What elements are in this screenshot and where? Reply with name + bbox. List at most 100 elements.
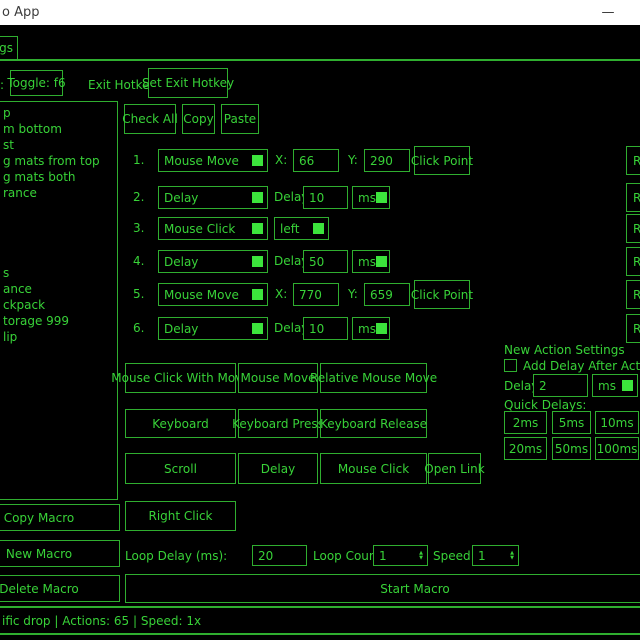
quick-delay-2ms-button[interactable]: 2ms xyxy=(504,411,547,434)
stepper-arrows-icon[interactable]: ▲▼ xyxy=(419,551,424,561)
macro-list-item[interactable]: ckpack xyxy=(3,297,45,313)
dropdown-indicator-icon xyxy=(376,192,387,203)
mouse-button-dropdown-value: left xyxy=(280,222,299,236)
macro-list-item[interactable]: g mats from top xyxy=(3,153,100,169)
add-mouse-click-with-move-button[interactable]: Mouse Click With Move xyxy=(125,363,236,393)
status-text: ific drop | Actions: 65 | Speed: 1x xyxy=(2,614,201,628)
loop-delay-label: Loop Delay (ms): xyxy=(125,549,227,563)
quick-delay-20ms-button[interactable]: 20ms xyxy=(504,437,547,460)
speed-stepper[interactable]: 1 ▲▼ xyxy=(472,545,519,566)
macro-list-item[interactable]: s xyxy=(3,265,9,281)
quick-delay-100ms-button[interactable]: 100ms xyxy=(595,437,639,460)
x-coordinate-input[interactable]: 770 xyxy=(293,283,339,306)
y-label: Y: xyxy=(348,153,358,167)
action-type-dropdown[interactable]: Mouse Move xyxy=(158,283,268,306)
action-row-number: 3. xyxy=(133,221,144,235)
macro-list-item[interactable]: torage 999 xyxy=(3,313,69,329)
action-type-dropdown-value: Mouse Move xyxy=(164,288,239,302)
y-coordinate-input[interactable]: 659 xyxy=(364,283,410,306)
new-action-settings-title: New Action Settings xyxy=(504,343,625,357)
delay-unit-dropdown[interactable]: ms xyxy=(352,317,390,340)
add-mouse-click-button[interactable]: Mouse Click xyxy=(320,453,427,484)
new-macro-button[interactable]: New Macro xyxy=(0,540,120,567)
loop-delay-input[interactable]: 20 xyxy=(252,545,307,566)
delay-unit-dropdown[interactable]: ms xyxy=(352,250,390,273)
add-scroll-button[interactable]: Scroll xyxy=(125,453,236,484)
x-coordinate-input[interactable]: 66 xyxy=(293,149,339,172)
dropdown-indicator-icon xyxy=(252,155,263,166)
delay-unit-dropdown-value: ms xyxy=(358,255,376,269)
action-row-number: 4. xyxy=(133,254,144,268)
dropdown-indicator-icon xyxy=(252,323,263,334)
action-row-number: 1. xyxy=(133,153,144,167)
remove-action-button[interactable]: R xyxy=(626,280,640,309)
delay-input[interactable]: 10 xyxy=(303,186,348,209)
macro-list-item[interactable]: m bottom xyxy=(3,121,62,137)
quick-delay-5ms-button[interactable]: 5ms xyxy=(552,411,591,434)
settings-menu-button[interactable]: gs xyxy=(0,36,18,60)
titlebar: o App xyxy=(0,0,640,25)
delay-unit-dropdown-value: ms xyxy=(358,322,376,336)
remove-action-button[interactable]: R xyxy=(626,314,640,343)
x-label: X: xyxy=(275,287,287,301)
macro-list-item[interactable]: ance xyxy=(3,281,32,297)
x-label: X: xyxy=(275,153,287,167)
paste-actions-button[interactable]: Paste xyxy=(221,104,259,134)
start-macro-button[interactable]: Start Macro xyxy=(125,574,640,603)
quick-delay-50ms-button[interactable]: 50ms xyxy=(552,437,591,460)
click-point-button[interactable]: Click Point xyxy=(414,280,470,309)
new-action-delay-unit-value: ms xyxy=(598,379,616,393)
dropdown-indicator-icon xyxy=(376,256,387,267)
delete-macro-button[interactable]: Delete Macro xyxy=(0,575,120,602)
new-action-delay-unit-dropdown[interactable]: ms xyxy=(592,374,638,397)
hotkey-label-fragment: : xyxy=(0,78,4,92)
stepper-arrows-icon[interactable]: ▲▼ xyxy=(510,551,515,561)
delay-input[interactable]: 10 xyxy=(303,317,348,340)
copy-actions-button[interactable]: Copy xyxy=(182,104,215,134)
add-open-link-button[interactable]: Open Link xyxy=(428,453,481,484)
remove-action-button[interactable]: R xyxy=(626,146,640,175)
add-relative-mouse-move-button[interactable]: Relative Mouse Move xyxy=(320,363,427,393)
action-type-dropdown[interactable]: Delay xyxy=(158,186,268,209)
add-right-click-button[interactable]: Right Click xyxy=(125,501,236,531)
add-delay-checkbox[interactable] xyxy=(504,359,517,372)
click-point-button[interactable]: Click Point xyxy=(414,146,470,175)
remove-action-button[interactable]: R xyxy=(626,183,640,212)
add-keyboard-press-button[interactable]: Keyboard Press xyxy=(238,409,318,438)
add-keyboard-release-button[interactable]: Keyboard Release xyxy=(320,409,427,438)
macro-list-item[interactable]: lip xyxy=(3,329,17,345)
status-bar: ific drop | Actions: 65 | Speed: 1x xyxy=(0,606,640,635)
action-type-dropdown-value: Delay xyxy=(164,322,198,336)
action-type-dropdown[interactable]: Delay xyxy=(158,250,268,273)
macro-list-item[interactable]: st xyxy=(3,137,14,153)
action-row-number: 2. xyxy=(133,190,144,204)
macro-list-item[interactable]: p xyxy=(3,105,11,121)
quick-delays-label: Quick Delays: xyxy=(504,398,586,412)
copy-macro-button[interactable]: Copy Macro xyxy=(0,504,120,531)
new-action-delay-input[interactable]: 2 xyxy=(533,374,588,397)
loop-count-stepper[interactable]: 1 ▲▼ xyxy=(373,545,428,566)
add-mouse-move-button[interactable]: Mouse Move xyxy=(238,363,318,393)
action-type-dropdown-value: Delay xyxy=(164,191,198,205)
macro-list-item[interactable]: g mats both xyxy=(3,169,76,185)
quick-delay-10ms-button[interactable]: 10ms xyxy=(595,411,639,434)
remove-action-button[interactable]: R xyxy=(626,247,640,276)
action-type-dropdown[interactable]: Mouse Click xyxy=(158,217,268,240)
add-keyboard-button[interactable]: Keyboard xyxy=(125,409,236,438)
action-type-dropdown[interactable]: Mouse Move xyxy=(158,149,268,172)
set-exit-hotkey-button[interactable]: Set Exit Hotkey xyxy=(148,68,228,98)
action-type-dropdown-value: Mouse Move xyxy=(164,154,239,168)
check-all-button[interactable]: Check All xyxy=(124,104,176,134)
dropdown-indicator-icon xyxy=(252,223,263,234)
delay-unit-dropdown[interactable]: ms xyxy=(352,186,390,209)
delay-input[interactable]: 50 xyxy=(303,250,348,273)
minimize-button[interactable]: — xyxy=(596,0,620,25)
y-coordinate-input[interactable]: 290 xyxy=(364,149,410,172)
macro-list[interactable]: pm bottomstg mats from topg mats bothran… xyxy=(0,101,118,500)
add-delay-button[interactable]: Delay xyxy=(238,453,318,484)
remove-action-button[interactable]: R xyxy=(626,214,640,243)
action-type-dropdown[interactable]: Delay xyxy=(158,317,268,340)
mouse-button-dropdown[interactable]: left xyxy=(274,217,329,240)
macro-list-item[interactable]: rance xyxy=(3,185,37,201)
toggle-hotkey-button[interactable]: Toggle: f6 xyxy=(10,70,63,96)
